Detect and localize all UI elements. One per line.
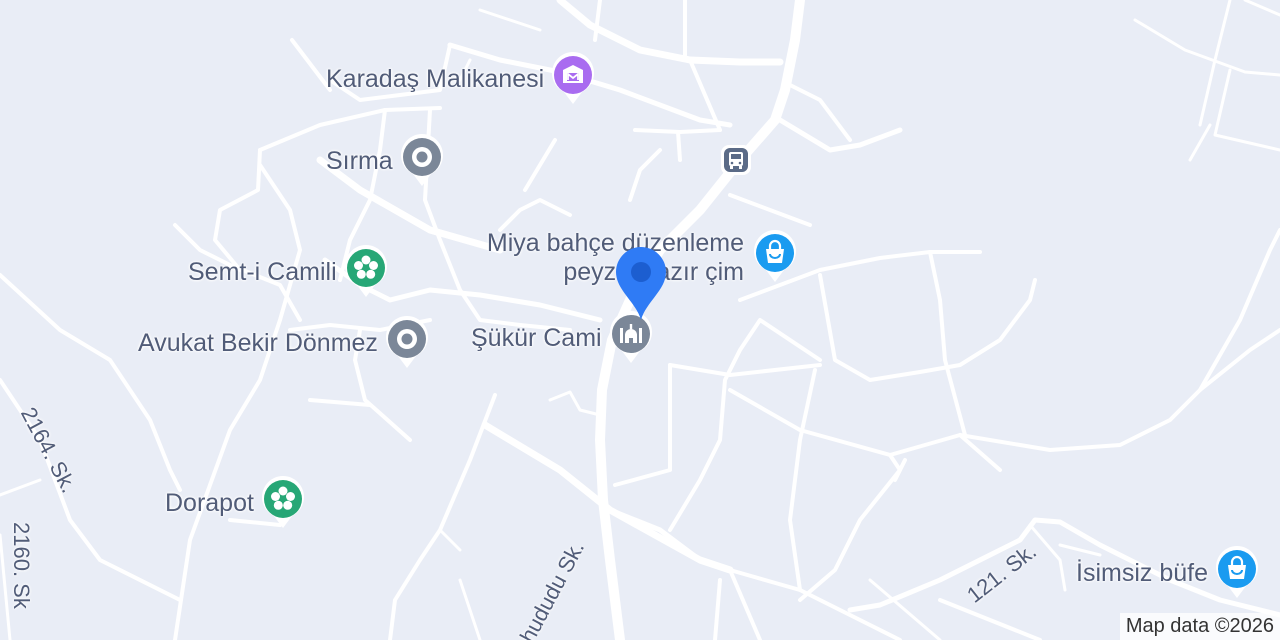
place-dot-icon <box>384 316 430 370</box>
poi-label: Semt-i Camili <box>188 257 337 286</box>
poi-miya-label[interactable]: Miya bahçe düzenleme peyzaj hazır çim <box>440 229 744 287</box>
poi-label: Avukat Bekir Dönmez <box>138 328 378 357</box>
shopping-bag-icon[interactable] <box>752 230 798 284</box>
map-canvas[interactable]: 2164. Sk. 2160. Sk Ahududu Sk. 121. Sk. … <box>0 0 1280 640</box>
poi-label-line2: peyzaj hazır çim <box>563 258 744 286</box>
poi-semt-i-camili[interactable]: Semt-i Camili <box>188 245 389 299</box>
poi-label: Şükür Cami <box>471 323 602 352</box>
poi-label: İsimsiz büfe <box>1076 558 1208 587</box>
location-pin-icon[interactable] <box>614 246 668 327</box>
street-label-2160: 2160. Sk <box>9 522 34 609</box>
poi-label: Dorapot <box>165 488 254 517</box>
poi-label: Karadaş Malikanesi <box>326 64 545 93</box>
poi-sirma[interactable]: Sırma <box>326 134 445 188</box>
place-dot-icon <box>399 134 445 188</box>
bus-stop-icon[interactable] <box>720 144 752 176</box>
map-attribution[interactable]: Map data ©2026 <box>1119 613 1280 640</box>
poi-label: Sırma <box>326 146 393 175</box>
poi-isimsiz-bufe[interactable]: İsimsiz büfe <box>1076 546 1260 600</box>
poi-dorapot[interactable]: Dorapot <box>165 476 306 530</box>
poi-avukat-bekir-donmez[interactable]: Avukat Bekir Dönmez <box>138 316 430 370</box>
poi-label-line1: Miya bahçe düzenleme <box>486 229 744 257</box>
building-icon <box>550 52 596 106</box>
flower-icon <box>343 245 389 299</box>
flower-icon <box>260 476 306 530</box>
poi-karadas-malikanesi[interactable]: Karadaş Malikanesi <box>326 52 596 106</box>
shopping-bag-icon <box>1214 546 1260 600</box>
